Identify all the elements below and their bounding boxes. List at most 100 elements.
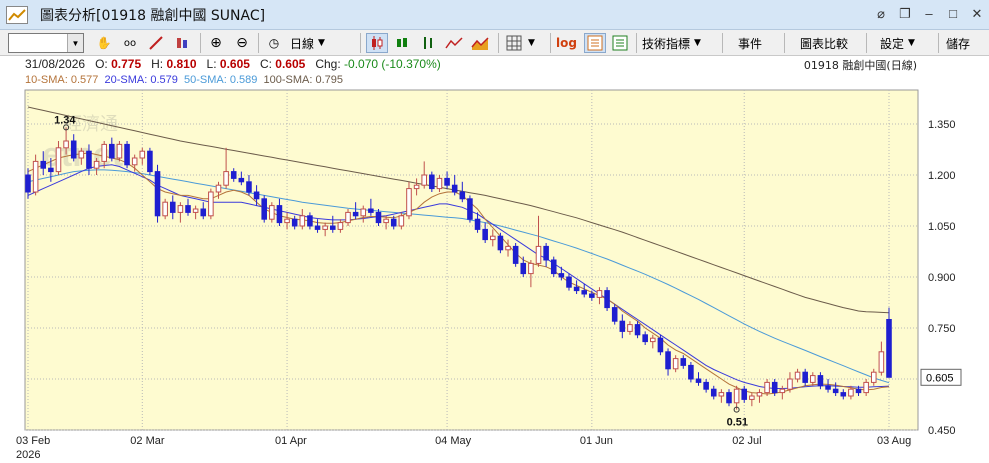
sma50-legend: 50-SMA: 0.589 — [184, 74, 258, 86]
candle — [124, 141, 130, 169]
toolbar-separator — [938, 33, 939, 53]
maximize-icon[interactable]: □ — [947, 6, 959, 22]
chevron-down-icon: ▼ — [694, 38, 701, 48]
candle-body — [63, 140, 69, 149]
candle — [208, 188, 214, 220]
candle-body — [512, 245, 519, 264]
grid-dropdown[interactable]: ▼ — [504, 33, 535, 53]
symbol-input[interactable]: ▼ — [8, 33, 84, 53]
candle-body — [596, 290, 603, 298]
binoculars-icon[interactable]: oo — [120, 33, 140, 53]
toolbar-separator — [360, 33, 361, 53]
candle-body — [832, 388, 839, 394]
candle-body — [238, 177, 245, 183]
indicators-dropdown[interactable]: 技術指標 ▼ — [642, 33, 701, 53]
candle-body — [109, 143, 115, 159]
candle-body — [276, 205, 283, 224]
draw-line-icon[interactable] — [146, 33, 166, 53]
sma-legend-bar: 10-SMA: 0.577 20-SMA: 0.579 50-SMA: 0.58… — [0, 72, 989, 88]
compare-button[interactable]: 圖表比較 — [800, 33, 848, 53]
toolbar-separator — [866, 33, 867, 53]
candle-body — [390, 218, 397, 227]
candle-body — [665, 351, 671, 370]
last-price-value: 0.605 — [926, 372, 954, 384]
candle-body — [383, 218, 389, 224]
candle — [162, 198, 168, 220]
candle-body — [825, 385, 831, 390]
candle-body — [855, 388, 862, 394]
indicators-label: 技術指標 — [642, 36, 691, 51]
candle-body — [269, 205, 275, 220]
pan-hand-icon[interactable]: ✋ — [94, 33, 114, 53]
price-chart[interactable]: 經濟通 etnet 1.340.51 1.3501.2001.0500.9000… — [0, 88, 989, 463]
candle-body — [406, 188, 412, 217]
events-button[interactable]: 事件 — [738, 33, 762, 53]
candle-body — [474, 218, 481, 230]
candle — [497, 232, 504, 254]
restore-icon[interactable]: ❐ — [899, 6, 911, 22]
candle-body — [307, 215, 313, 227]
x-year-label: 2026 — [16, 449, 40, 461]
candle — [147, 147, 153, 175]
toolbar-separator — [784, 33, 785, 53]
chevron-down-icon[interactable]: ▼ — [67, 34, 83, 52]
candle-body — [101, 143, 107, 162]
candlestick-icon[interactable] — [366, 33, 388, 53]
candle-body — [116, 143, 123, 159]
candle-body — [566, 276, 572, 288]
candle-body — [291, 218, 298, 227]
candle-body — [619, 320, 626, 332]
change-value: -0.070 (-10.370%) — [344, 57, 441, 71]
candle-body — [322, 225, 328, 230]
candle-body — [93, 160, 100, 169]
candle-body — [398, 215, 405, 227]
candle-body — [230, 171, 237, 179]
candle — [512, 243, 519, 267]
pin-icon[interactable]: ⌀ — [875, 6, 887, 22]
minimize-icon[interactable]: – — [923, 6, 935, 22]
candle-body — [642, 334, 648, 343]
zoom-out-icon[interactable]: ⊖ — [232, 33, 252, 53]
candle-body — [86, 150, 92, 169]
close-icon[interactable]: ✕ — [971, 6, 983, 22]
candle-body — [429, 174, 435, 190]
area-chart-icon[interactable] — [470, 33, 490, 53]
line-chart-icon[interactable] — [444, 33, 464, 53]
candle-body — [870, 371, 877, 383]
log-scale-button[interactable]: log — [556, 33, 577, 53]
x-tick-label: 04 May — [435, 435, 472, 447]
candle-body — [886, 319, 892, 378]
candle-body — [169, 201, 176, 213]
candle-body — [253, 191, 260, 200]
candle-body — [573, 286, 580, 292]
settings-dropdown[interactable]: 設定 ▼ — [880, 33, 915, 53]
data-table-icon[interactable] — [610, 33, 630, 53]
open-label: O: — [95, 57, 108, 71]
candle-body — [246, 181, 252, 193]
zoom-in-icon[interactable]: ⊕ — [206, 33, 226, 53]
toolbar: ▼ ✋ oo ⊕ ⊖ ◷ 日線 ▼ ▼ log 技術指標 ▼ 事件 圖表比較 設… — [0, 30, 989, 56]
candle-body — [741, 388, 748, 400]
x-tick-label: 02 Jul — [732, 435, 761, 447]
chevron-down-icon: ▼ — [318, 38, 325, 48]
y-tick-label: 1.350 — [928, 119, 956, 131]
ohlc-bar-icon[interactable] — [418, 33, 438, 53]
chart-layout-icon[interactable] — [584, 33, 606, 53]
candle — [269, 202, 275, 223]
x-tick-label: 02 Mar — [130, 435, 165, 447]
candlestick-alt-icon[interactable] — [392, 33, 412, 53]
y-tick-label: 0.750 — [928, 323, 956, 335]
candle-body — [550, 259, 557, 275]
toolbar-separator — [498, 33, 499, 53]
high-value: 0.810 — [166, 57, 197, 71]
toolbar-separator — [636, 33, 637, 53]
save-button[interactable]: 儲存 — [946, 33, 970, 53]
candle — [657, 334, 664, 356]
ohlc-readout: 31/08/2026 O: 0.775 H: 0.810 L: 0.605 C:… — [25, 57, 441, 71]
candle-body — [360, 208, 367, 217]
candle — [154, 164, 161, 223]
crosshair-bars-icon[interactable] — [172, 33, 192, 53]
candle-body — [634, 324, 641, 336]
ohlc-info-bar: 31/08/2026 O: 0.775 H: 0.810 L: 0.605 C:… — [0, 56, 989, 72]
period-dropdown[interactable]: ◷ 日線 ▼ — [264, 33, 325, 53]
